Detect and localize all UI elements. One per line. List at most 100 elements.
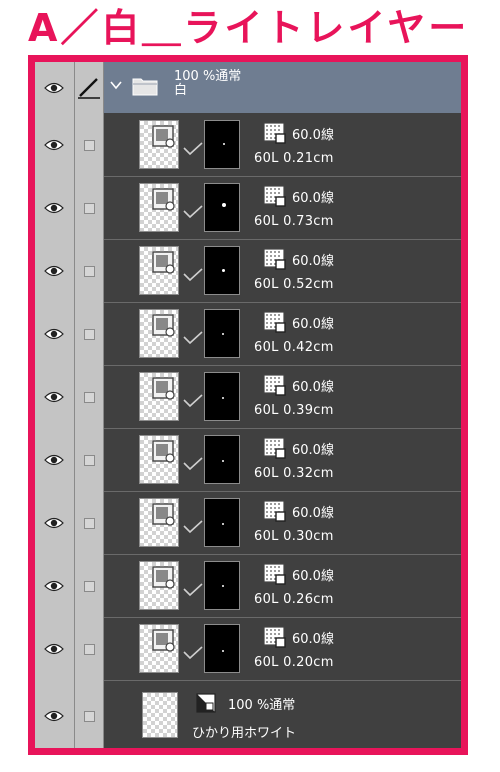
halftone-icon [263,122,286,144]
layer-row[interactable]: 60.0線 60L 0.30cm [104,492,461,555]
mask-dot [222,203,226,207]
lock-checkbox[interactable] [84,518,95,529]
halftone-icon [263,437,286,459]
lock-checkbox[interactable] [84,455,95,466]
layer-opacity-mode: 100 %通常 [228,698,296,713]
folder-opacity-mode: 100 %通常 [174,69,242,84]
mask-dot [222,650,224,652]
layer-mask-thumbnail [204,183,240,232]
mask-link-icon[interactable] [183,268,203,282]
layer-mask-thumbnail [204,435,240,484]
halftone-icon [263,500,286,522]
lock-checkbox[interactable] [84,140,95,151]
lock-checkbox[interactable] [84,644,95,655]
layer-tone-value: 60.0線 [292,380,334,395]
layer-mask-thumbnail [204,309,240,358]
pen-icon[interactable] [76,74,102,100]
layer-name: 60L 0.52cm [254,277,334,292]
layer-thumbnail [139,624,179,673]
layer-row[interactable]: 60.0線 60L 0.32cm [104,429,461,492]
raster-layer-icon [196,693,216,713]
mask-dot [222,269,225,272]
folder-name: 白 [174,83,188,98]
halftone-icon [263,185,286,207]
tone-layer-icon [152,503,175,526]
page-title: A／白＿ライトレイヤー [28,6,470,50]
eye-icon[interactable] [44,201,64,215]
mask-link-icon[interactable] [183,457,203,471]
tone-layer-icon [152,629,175,652]
halftone-icon [263,563,286,585]
layer-row[interactable]: 60.0線 60L 0.73cm [104,177,461,240]
eye-icon[interactable] [44,453,64,467]
layer-tone-value: 60.0線 [292,317,334,332]
lock-checkbox[interactable] [84,392,95,403]
eye-icon[interactable] [44,138,64,152]
layer-name: ひかり用ホワイト [192,726,297,741]
eye-icon[interactable] [44,709,64,723]
eye-icon[interactable] [44,579,64,593]
folder-icon [132,78,158,96]
layer-row[interactable]: 60.0線 60L 0.42cm [104,303,461,366]
tone-layer-icon [152,188,175,211]
layer-name: 60L 0.20cm [254,655,334,670]
layer-mask-thumbnail [204,246,240,295]
tone-layer-icon [152,125,175,148]
mask-link-icon[interactable] [183,520,203,534]
halftone-icon [263,626,286,648]
layer-name: 60L 0.73cm [254,214,334,229]
lock-checkbox[interactable] [84,203,95,214]
halftone-icon [263,248,286,270]
mask-link-icon[interactable] [183,205,203,219]
lock-checkbox[interactable] [84,266,95,277]
layer-name: 60L 0.30cm [254,529,334,544]
layer-mask-thumbnail [204,498,240,547]
layer-row[interactable]: 60.0線 60L 0.39cm [104,366,461,429]
layer-mask-thumbnail [204,561,240,610]
eye-icon[interactable] [44,516,64,530]
tone-layer-icon [152,314,175,337]
mask-link-icon[interactable] [183,583,203,597]
layer-mask-thumbnail [204,624,240,673]
eye-icon[interactable] [44,642,64,656]
layer-name: 60L 0.26cm [254,592,334,607]
tone-layer-icon [152,440,175,463]
chevron-down-icon[interactable] [109,78,123,92]
layer-row[interactable]: 60.0線 60L 0.20cm [104,618,461,681]
layer-thumbnail [139,120,179,169]
halftone-icon [263,311,286,333]
mask-dot [222,585,224,587]
layer-name: 60L 0.21cm [254,151,334,166]
folder-layer-row[interactable]: 100 %通常 白 [104,62,461,113]
layer-row[interactable]: 60.0線 60L 0.52cm [104,240,461,303]
lock-checkbox[interactable] [84,711,95,722]
eye-icon[interactable] [44,264,64,278]
layer-thumbnail [139,246,179,295]
layer-thumbnail [139,183,179,232]
eye-icon[interactable] [44,327,64,341]
layer-mask-thumbnail [204,120,240,169]
mask-dot [222,333,224,335]
layer-tone-value: 60.0線 [292,254,334,269]
layer-panel: 100 %通常 白 60.0線 60L 0.21cm 60.0線 60L 0.73cm… [28,55,468,755]
mask-link-icon[interactable] [183,142,203,156]
layer-row-hikari-white[interactable]: 100 %通常 ひかり用ホワイト [104,686,461,748]
layer-row[interactable]: 60.0線 60L 0.26cm [104,555,461,618]
mask-dot [222,460,224,462]
lock-checkbox[interactable] [84,329,95,340]
eye-icon[interactable] [44,81,64,95]
layer-tone-value: 60.0線 [292,569,334,584]
mask-link-icon[interactable] [183,331,203,345]
tone-layer-icon [152,251,175,274]
layer-name: 60L 0.32cm [254,466,334,481]
mask-link-icon[interactable] [183,394,203,408]
layer-thumbnail [139,498,179,547]
layer-row[interactable]: 60.0線 60L 0.21cm [104,114,461,177]
mask-link-icon[interactable] [183,646,203,660]
layer-thumbnail [139,561,179,610]
mask-dot [222,397,224,399]
eye-icon[interactable] [44,390,64,404]
layer-thumbnail [142,692,178,738]
layer-tone-value: 60.0線 [292,191,334,206]
lock-checkbox[interactable] [84,581,95,592]
